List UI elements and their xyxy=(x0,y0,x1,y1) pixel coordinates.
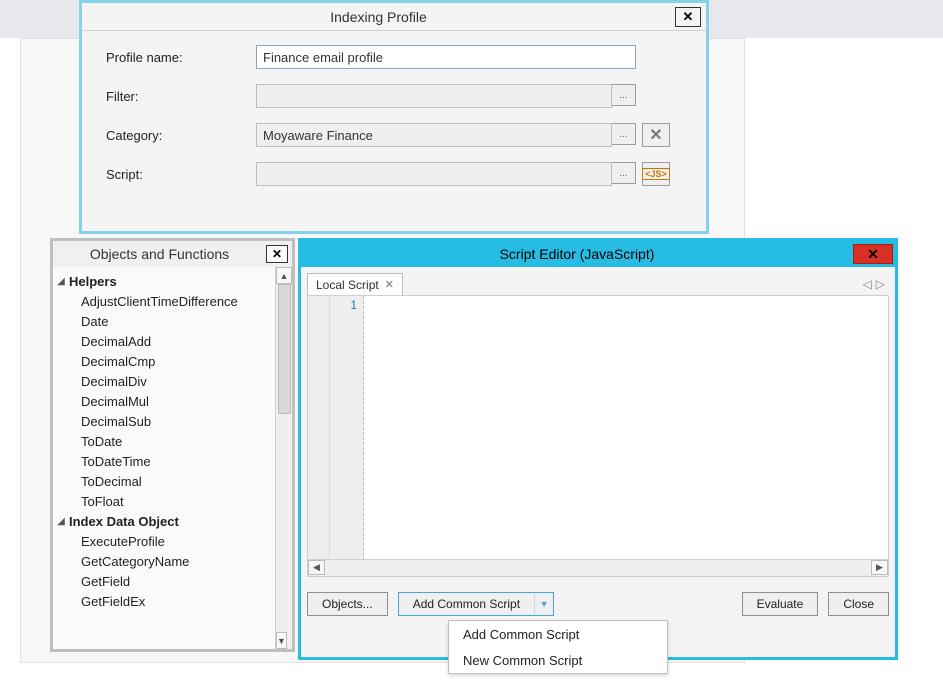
close-icon: ✕ xyxy=(272,247,282,261)
scroll-down-button[interactable]: ▼ xyxy=(276,632,287,649)
category-clear-button[interactable]: ✕ xyxy=(642,123,670,147)
indexing-title: Indexing Profile xyxy=(82,9,675,25)
indexing-titlebar: Indexing Profile ✕ xyxy=(82,3,706,31)
caret-icon: ◢ xyxy=(55,516,67,527)
tab-label: Local Script xyxy=(316,278,379,292)
tree-item[interactable]: GetField xyxy=(81,571,292,591)
profile-name-input[interactable] xyxy=(256,45,636,69)
objects-titlebar: Objects and Functions ✕ xyxy=(53,241,292,267)
script-button-row: Objects... Add Common Script ▼ Evaluate … xyxy=(307,591,889,617)
tab-nav: ◁ ▷ xyxy=(863,277,889,291)
tree-item[interactable]: DecimalCmp xyxy=(81,351,292,371)
category-browse-button[interactable]: ... xyxy=(612,123,636,145)
x-icon: ✕ xyxy=(649,125,662,145)
script-tabbar: Local Script ✕ ◁ ▷ xyxy=(307,273,889,295)
group-label: Helpers xyxy=(69,274,117,289)
objects-button[interactable]: Objects... xyxy=(307,592,388,616)
hscroll-left-button[interactable]: ◀ xyxy=(308,560,325,575)
tab-prev-button[interactable]: ◁ xyxy=(863,277,872,291)
script-titlebar: Script Editor (JavaScript) ✕ xyxy=(301,241,895,267)
objects-title: Objects and Functions xyxy=(53,246,266,262)
tree-item[interactable]: DecimalSub xyxy=(81,411,292,431)
scroll-up-button[interactable]: ▲ xyxy=(276,267,292,284)
script-editor-window: Script Editor (JavaScript) ✕ Local Scrip… xyxy=(298,238,898,660)
line-number: 1 xyxy=(350,298,357,312)
objects-scrollbar[interactable]: ▲ ▼ xyxy=(275,267,292,649)
scroll-thumb[interactable] xyxy=(278,284,291,414)
script-label: Script: xyxy=(106,167,256,182)
tab-next-button[interactable]: ▷ xyxy=(876,277,885,291)
tree-group-index-data[interactable]: ◢ Index Data Object xyxy=(53,511,292,531)
editor-hscrollbar[interactable]: ◀ ▶ xyxy=(308,559,888,576)
chevron-down-icon: ▼ xyxy=(540,599,549,609)
hscroll-right-button[interactable]: ▶ xyxy=(871,560,888,575)
tab-close-icon[interactable]: ✕ xyxy=(385,278,394,291)
marker-column xyxy=(308,296,330,576)
category-label: Category: xyxy=(106,128,256,143)
tree-group-helpers[interactable]: ◢ Helpers xyxy=(53,271,292,291)
close-icon: ✕ xyxy=(683,9,694,25)
add-common-script-splitbutton[interactable]: Add Common Script ▼ xyxy=(398,592,554,616)
profile-name-label: Profile name: xyxy=(106,50,256,65)
tree-item[interactable]: ToDate xyxy=(81,431,292,451)
tree-item[interactable]: ToDecimal xyxy=(81,471,292,491)
tree-item[interactable]: DecimalDiv xyxy=(81,371,292,391)
js-icon: <JS> xyxy=(642,168,670,180)
tree-item[interactable]: Date xyxy=(81,311,292,331)
objects-tree[interactable]: ◢ Helpers AdjustClientTimeDifference Dat… xyxy=(53,267,292,615)
menu-item-add-common-script[interactable]: Add Common Script xyxy=(449,621,667,647)
menu-item-new-common-script[interactable]: New Common Script xyxy=(449,647,667,673)
script-close-button[interactable]: ✕ xyxy=(853,244,893,264)
objects-functions-panel: Objects and Functions ✕ ◢ Helpers Adjust… xyxy=(50,238,295,652)
category-input[interactable]: Moyaware Finance xyxy=(256,123,612,147)
caret-icon: ◢ xyxy=(55,276,67,287)
tree-item[interactable]: DecimalMul xyxy=(81,391,292,411)
evaluate-button[interactable]: Evaluate xyxy=(742,592,819,616)
indexing-profile-dialog: Indexing Profile ✕ Profile name: Filter:… xyxy=(79,0,709,234)
code-editor[interactable]: 1 ◀ ▶ xyxy=(307,295,889,577)
close-button[interactable]: Close xyxy=(828,592,889,616)
tree-item[interactable]: DecimalAdd xyxy=(81,331,292,351)
add-common-script-menu: Add Common Script New Common Script xyxy=(448,620,668,674)
script-input[interactable] xyxy=(256,162,612,186)
tree-item[interactable]: ToFloat xyxy=(81,491,292,511)
editor-gutter: 1 xyxy=(308,296,364,576)
tree-item[interactable]: GetCategoryName xyxy=(81,551,292,571)
filter-browse-button[interactable]: ... xyxy=(612,84,636,106)
filter-label: Filter: xyxy=(106,89,256,104)
tree-item[interactable]: ToDateTime xyxy=(81,451,292,471)
close-icon: ✕ xyxy=(867,246,879,263)
tab-local-script[interactable]: Local Script ✕ xyxy=(307,273,403,295)
tree-item[interactable]: ExecuteProfile xyxy=(81,531,292,551)
tree-item[interactable]: GetFieldEx xyxy=(81,591,292,611)
script-browse-button[interactable]: ... xyxy=(612,162,636,184)
tree-item[interactable]: AdjustClientTimeDifference xyxy=(81,291,292,311)
objects-close-button[interactable]: ✕ xyxy=(266,245,288,263)
group-label: Index Data Object xyxy=(69,514,179,529)
add-common-script-button[interactable]: Add Common Script xyxy=(398,592,534,616)
filter-input[interactable] xyxy=(256,84,612,108)
script-title: Script Editor (JavaScript) xyxy=(301,246,853,262)
script-js-button[interactable]: <JS> xyxy=(642,162,670,186)
add-common-script-dropdown-button[interactable]: ▼ xyxy=(534,592,554,616)
indexing-close-button[interactable]: ✕ xyxy=(675,7,701,27)
